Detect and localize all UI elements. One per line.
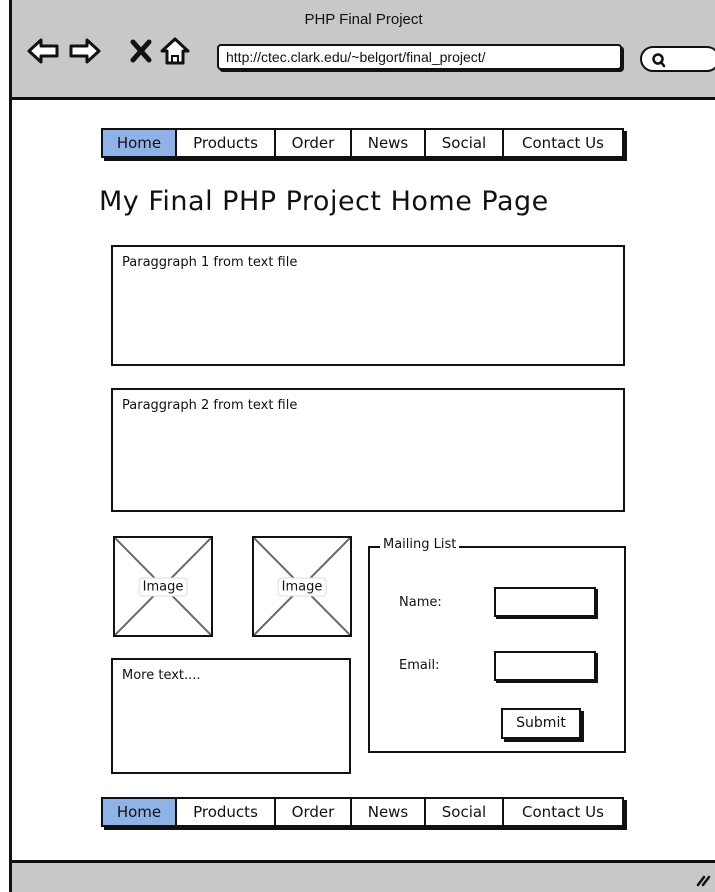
top-nav-social[interactable]: Social xyxy=(426,130,504,156)
email-field[interactable] xyxy=(494,651,596,681)
address-bar[interactable]: http://ctec.clark.edu/~belgort/final_pro… xyxy=(217,44,622,70)
email-label: Email: xyxy=(399,658,440,673)
bottom-nav-social[interactable]: Social xyxy=(426,799,504,825)
more-text: More text.... xyxy=(122,668,201,683)
back-arrow-icon[interactable] xyxy=(26,36,59,64)
top-nav: Home Products Order News Social Contact … xyxy=(101,128,624,158)
bottom-nav-news[interactable]: News xyxy=(352,799,426,825)
top-nav-news[interactable]: News xyxy=(352,130,426,156)
paragraph-2-box: Paraggraph 2 from text file xyxy=(111,388,625,512)
bottom-nav-products[interactable]: Products xyxy=(177,799,276,825)
browser-statusbar xyxy=(9,860,715,892)
bottom-nav-contact-us[interactable]: Contact Us xyxy=(504,799,622,825)
paragraph-2-text: Paraggraph 2 from text file xyxy=(122,398,298,413)
window-title: PHP Final Project xyxy=(304,11,423,28)
image-placeholder-2: Image xyxy=(252,536,352,637)
top-nav-contact-us[interactable]: Contact Us xyxy=(504,130,622,156)
bottom-nav-order[interactable]: Order xyxy=(276,799,352,825)
image-2-label: Image xyxy=(277,577,327,596)
name-label: Name: xyxy=(399,595,442,610)
search-icon xyxy=(652,53,666,68)
browser-titlebar: PHP Final Project http://ctec.clark.edu/… xyxy=(9,0,715,100)
resize-grip-icon[interactable] xyxy=(695,871,711,887)
bottom-nav-home[interactable]: Home xyxy=(103,799,177,825)
more-text-box: More text.... xyxy=(111,658,351,774)
bottom-nav: Home Products Order News Social Contact … xyxy=(101,797,624,827)
forward-arrow-icon[interactable] xyxy=(68,36,101,64)
image-placeholder-1: Image xyxy=(113,536,213,637)
mailing-list-legend: Mailing List xyxy=(380,537,460,552)
paragraph-1-text: Paraggraph 1 from text file xyxy=(122,255,298,270)
mailing-list-form: Mailing List Name: Email: Submit xyxy=(368,537,626,753)
name-field[interactable] xyxy=(494,587,596,617)
image-1-label: Image xyxy=(138,577,188,596)
top-nav-order[interactable]: Order xyxy=(276,130,352,156)
home-icon[interactable] xyxy=(159,36,190,65)
search-field[interactable] xyxy=(640,46,715,72)
stop-icon[interactable] xyxy=(129,36,159,64)
page-title: My Final PHP Project Home Page xyxy=(99,186,549,217)
paragraph-1-box: Paraggraph 1 from text file xyxy=(111,245,625,366)
submit-button[interactable]: Submit xyxy=(501,708,581,739)
top-nav-home[interactable]: Home xyxy=(103,130,177,156)
top-nav-products[interactable]: Products xyxy=(177,130,276,156)
